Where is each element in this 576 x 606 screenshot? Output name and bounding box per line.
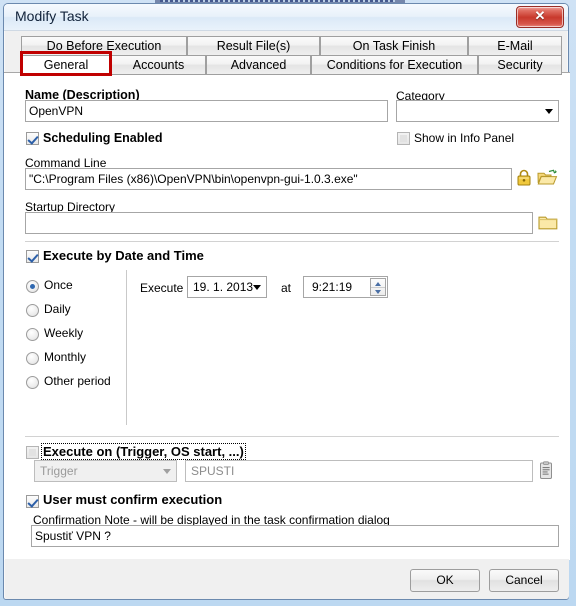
at-word-label: at: [281, 281, 292, 295]
tab-label: E-Mail: [497, 39, 533, 53]
cancel-button[interactable]: Cancel: [489, 569, 559, 592]
radio-label-other-period: Other period: [44, 374, 111, 388]
divider-1: [25, 241, 559, 242]
execute-time-spinner[interactable]: [370, 278, 386, 296]
trigger-type-value: Trigger: [40, 464, 78, 478]
chevron-down-icon: [253, 285, 261, 290]
tab-do-before-execution[interactable]: Do Before Execution: [21, 36, 187, 56]
tab-general[interactable]: General: [21, 55, 111, 75]
show-in-info-panel-label: Show in Info Panel: [414, 131, 515, 145]
tab-label: Accounts: [132, 58, 185, 72]
radio-monthly[interactable]: [26, 352, 39, 365]
dialog-footer: OK Cancel: [5, 559, 569, 599]
tab-label: Security: [497, 58, 543, 72]
tab-email[interactable]: E-Mail: [468, 36, 562, 56]
spinner-up-icon[interactable]: [371, 279, 385, 288]
divider-2: [25, 436, 559, 437]
radio-label-once: Once: [44, 278, 73, 292]
execute-by-date-and-time-checkbox[interactable]: [26, 250, 39, 263]
chevron-down-icon: [163, 469, 171, 474]
command-line-input[interactable]: [25, 168, 512, 190]
tab-label: Advanced: [230, 58, 287, 72]
execute-word-label: Execute: [140, 281, 184, 295]
tab-bar: Do Before Execution Result File(s) On Ta…: [4, 31, 570, 75]
user-must-confirm-label: User must confirm execution: [43, 492, 223, 507]
tab-conditions-for-execution[interactable]: Conditions for Execution: [311, 55, 478, 75]
tab-row-top: Do Before Execution Result File(s) On Ta…: [4, 36, 570, 56]
tab-content-panel: [4, 72, 570, 560]
tab-label: Result File(s): [216, 39, 291, 53]
execute-on-trigger-checkbox[interactable]: [26, 446, 39, 459]
execute-time-value: 9:21:19: [312, 280, 353, 294]
radio-other-period[interactable]: [26, 376, 39, 389]
execute-on-trigger-label: Execute on (Trigger, OS start, ...): [41, 443, 246, 460]
spinner-down-icon[interactable]: [371, 288, 385, 296]
modify-task-dialog: Modify Task ✕ Do Before Execution Result…: [3, 3, 570, 600]
category-dropdown[interactable]: [396, 100, 559, 122]
tab-accounts[interactable]: Accounts: [111, 55, 206, 75]
scheduling-enabled-label: Scheduling Enabled: [43, 131, 163, 145]
radio-weekly[interactable]: [26, 328, 39, 341]
user-must-confirm-checkbox[interactable]: [26, 495, 39, 508]
trigger-value-text: SPUSTI: [191, 464, 235, 478]
tab-row-bottom: General Accounts Advanced Conditions for…: [4, 55, 570, 75]
tab-on-task-finish[interactable]: On Task Finish: [320, 36, 468, 56]
scheduling-enabled-checkbox[interactable]: [26, 132, 39, 145]
tab-label: Conditions for Execution: [326, 58, 463, 72]
name-input[interactable]: [25, 100, 388, 122]
tab-advanced[interactable]: Advanced: [206, 55, 311, 75]
tab-label: On Task Finish: [352, 39, 436, 53]
confirmation-note-input[interactable]: [31, 525, 559, 547]
radio-label-weekly: Weekly: [44, 326, 84, 340]
execute-date-value: 19. 1. 2013: [193, 280, 254, 294]
radio-daily[interactable]: [26, 304, 39, 317]
tab-label: Do Before Execution: [46, 39, 162, 53]
show-in-info-panel-checkbox[interactable]: [397, 132, 410, 145]
tab-label: General: [43, 58, 89, 72]
dialog-titlebar: Modify Task ✕: [4, 4, 568, 31]
radio-label-monthly: Monthly: [44, 350, 87, 364]
background-window-title-text: [160, 0, 395, 2]
tab-result-files[interactable]: Result File(s): [187, 36, 320, 56]
trigger-type-dropdown[interactable]: Trigger: [34, 460, 177, 482]
radio-label-daily: Daily: [44, 302, 71, 316]
execute-date-dropdown[interactable]: 19. 1. 2013: [187, 276, 267, 298]
tab-security[interactable]: Security: [478, 55, 562, 75]
clipboard-icon[interactable]: [539, 461, 554, 479]
chevron-down-icon: [545, 109, 553, 114]
startup-directory-input[interactable]: [25, 212, 533, 234]
lock-icon[interactable]: [517, 169, 531, 186]
dialog-title: Modify Task: [15, 8, 89, 24]
folder-icon[interactable]: [538, 214, 558, 230]
close-icon: ✕: [534, 8, 546, 23]
radio-once[interactable]: [26, 280, 39, 293]
ok-button[interactable]: OK: [410, 569, 480, 592]
close-button[interactable]: ✕: [516, 6, 564, 28]
trigger-value-input[interactable]: SPUSTI: [185, 460, 533, 482]
execute-by-date-and-time-label: Execute by Date and Time: [43, 248, 204, 263]
vertical-divider: [126, 270, 127, 425]
open-folder-icon[interactable]: [537, 169, 558, 185]
